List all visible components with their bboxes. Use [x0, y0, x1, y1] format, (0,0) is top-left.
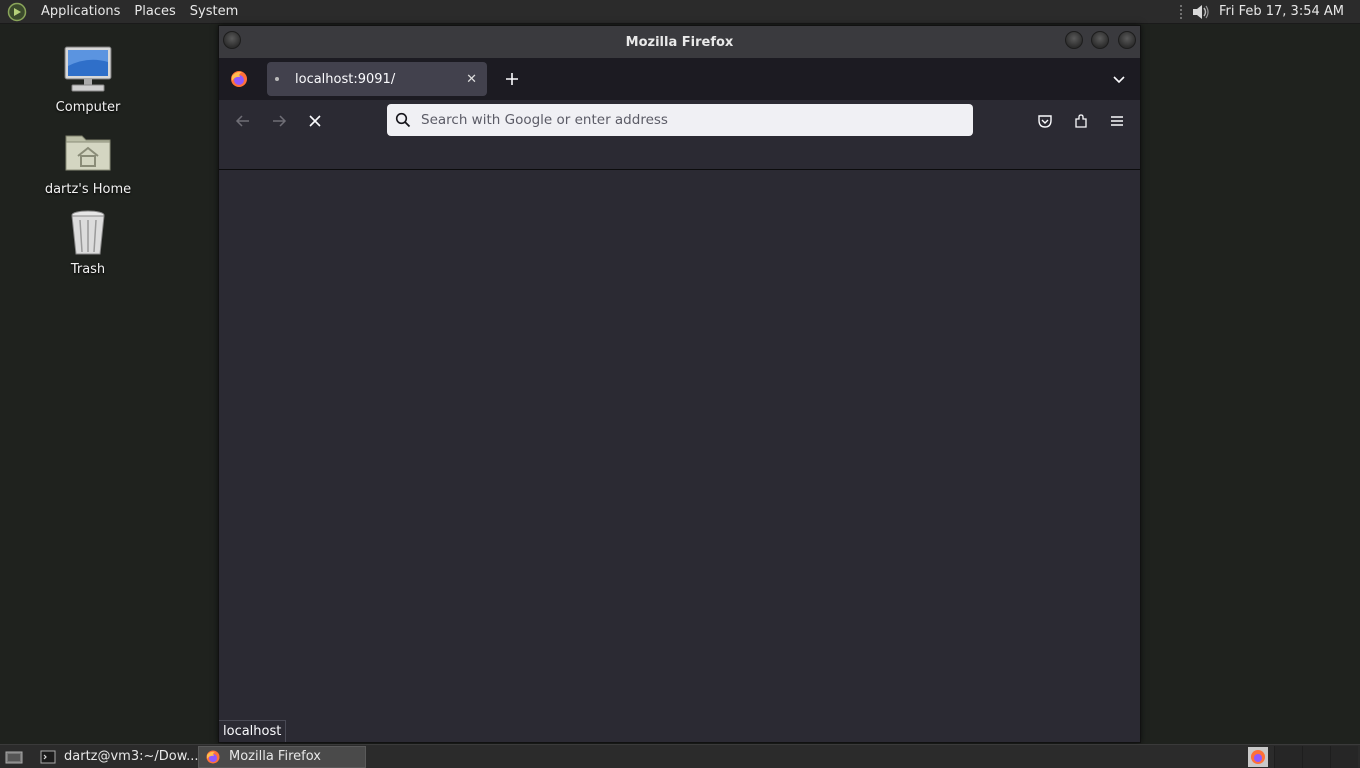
search-icon [395, 112, 411, 128]
status-panel: localhost [219, 720, 287, 742]
firefox-window: Mozilla Firefox localhost:9091/ ✕ Search… [218, 25, 1141, 743]
stop-loading-icon[interactable] [303, 109, 327, 133]
tab-localhost[interactable]: localhost:9091/ ✕ [267, 62, 487, 96]
taskbar-item-label: Mozilla Firefox [229, 749, 321, 764]
desktop-icon-label: dartz's Home [44, 182, 132, 197]
hamburger-menu-icon[interactable] [1105, 109, 1129, 133]
clock[interactable]: Fri Feb 17, 3:54 AM [1219, 4, 1344, 19]
terminal-icon [40, 749, 56, 765]
computer-icon [62, 44, 114, 96]
tab-title: localhost:9091/ [295, 71, 396, 87]
url-input[interactable] [421, 112, 961, 128]
window-menu-button[interactable] [223, 31, 241, 49]
url-bar[interactable] [387, 104, 973, 136]
show-desktop-icon[interactable] [2, 746, 26, 768]
back-arrow-icon[interactable] [231, 109, 255, 133]
volume-icon[interactable] [1189, 1, 1211, 23]
desktop-icon-home[interactable]: dartz's Home [28, 126, 148, 197]
status-text: localhost [223, 724, 282, 739]
taskbar-item-firefox[interactable]: Mozilla Firefox [198, 745, 366, 768]
close-window-button[interactable] [1118, 31, 1136, 49]
workspace-2[interactable] [1302, 746, 1330, 768]
places-menu[interactable]: Places [127, 4, 182, 19]
main-menu-icon[interactable] [6, 1, 28, 23]
window-titlebar[interactable]: Mozilla Firefox [219, 26, 1140, 58]
maximize-button[interactable] [1091, 31, 1109, 49]
firefox-icon [205, 749, 221, 765]
minimize-button[interactable] [1065, 31, 1083, 49]
workspace-3[interactable] [1330, 746, 1358, 768]
trash-icon [62, 206, 114, 258]
bookmarks-toolbar [219, 142, 1140, 170]
navigation-toolbar [219, 100, 1140, 142]
top-panel: Applications Places System Fri Feb 17, 3… [0, 0, 1360, 24]
forward-arrow-icon[interactable] [267, 109, 291, 133]
desktop-icon-label: Computer [55, 100, 121, 115]
bottom-panel: dartz@vm3:~/Dow... Mozilla Firefox [0, 744, 1360, 768]
home-folder-icon [62, 126, 114, 178]
page-content[interactable]: localhost [219, 170, 1140, 742]
taskbar-item-label: dartz@vm3:~/Dow... [64, 749, 199, 764]
desktop-icon-label: Trash [70, 262, 106, 277]
list-all-tabs-chevron-down-icon[interactable] [1108, 68, 1130, 90]
workspace-1[interactable] [1274, 746, 1302, 768]
desktop-icon-trash[interactable]: Trash [28, 206, 148, 277]
desktop-icon-computer[interactable]: Computer [28, 44, 148, 115]
window-title: Mozilla Firefox [625, 34, 734, 50]
system-menu[interactable]: System [183, 4, 245, 19]
loading-dot-icon [275, 77, 279, 81]
panel-separator [1178, 3, 1183, 20]
taskbar-item-terminal[interactable]: dartz@vm3:~/Dow... [34, 746, 199, 768]
new-tab-button[interactable] [499, 66, 525, 92]
tab-bar: localhost:9091/ ✕ [219, 58, 1140, 100]
close-tab-icon[interactable]: ✕ [466, 72, 477, 87]
firefox-view-icon[interactable] [228, 68, 250, 90]
pocket-icon[interactable] [1033, 109, 1057, 133]
extensions-icon[interactable] [1069, 109, 1093, 133]
applications-menu[interactable]: Applications [34, 4, 127, 19]
tray-firefox-icon[interactable] [1248, 747, 1268, 767]
